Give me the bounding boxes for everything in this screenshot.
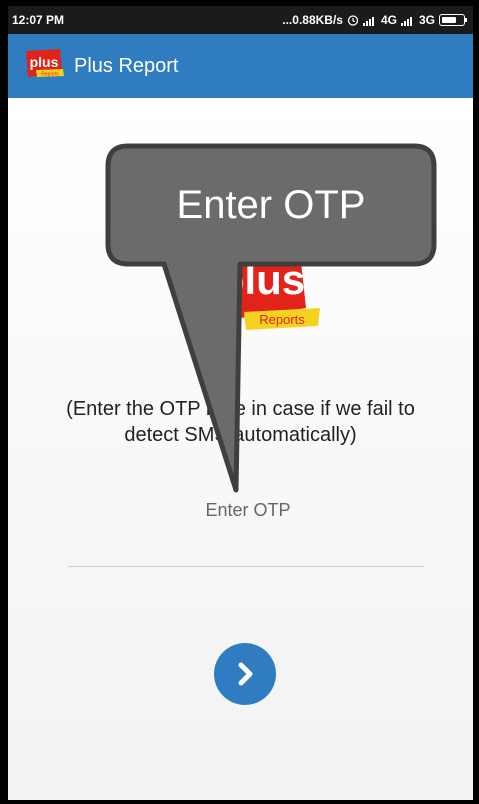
svg-text:Reports: Reports: [41, 72, 59, 78]
app-logo: plus Reports: [26, 49, 64, 78]
app-bar: plus Reports Plus Report: [8, 34, 473, 98]
helper-line-1: (Enter the OTP here in case if we fail t…: [66, 398, 415, 420]
device-frame: 12:07 PM ...0.88KB/s 4G 3G plus Reports …: [0, 0, 479, 804]
network-speed: ...0.88KB/s: [282, 13, 343, 27]
status-time: 12:07 PM: [12, 13, 65, 27]
app-title: Plus Report: [74, 55, 179, 77]
svg-text:plus: plus: [30, 54, 59, 70]
status-bar: 12:07 PM ...0.88KB/s 4G 3G: [8, 6, 473, 34]
chevron-right-icon: [238, 662, 253, 686]
alarm-icon: [347, 15, 359, 26]
signal-icon: [362, 16, 374, 26]
helper-line-2: detect SMS automatically): [124, 424, 357, 446]
next-button[interactable]: [214, 643, 276, 705]
otp-underline: [68, 566, 424, 567]
network-type-1: 4G: [380, 13, 397, 27]
battery-icon: [439, 14, 467, 26]
status-indicators: ...0.88KB/s 4G 3G: [282, 13, 467, 27]
svg-text:Reports: Reports: [259, 312, 305, 327]
otp-helper-text: (Enter the OTP here in case if we fail t…: [8, 396, 473, 448]
tooltip-text: Enter OTP: [176, 183, 366, 227]
network-type-2: 3G: [418, 13, 435, 27]
otp-field[interactable]: [68, 494, 428, 574]
signal-icon: [400, 16, 412, 26]
otp-input[interactable]: [68, 494, 428, 526]
screen: 12:07 PM ...0.88KB/s 4G 3G plus Reports …: [8, 6, 473, 800]
